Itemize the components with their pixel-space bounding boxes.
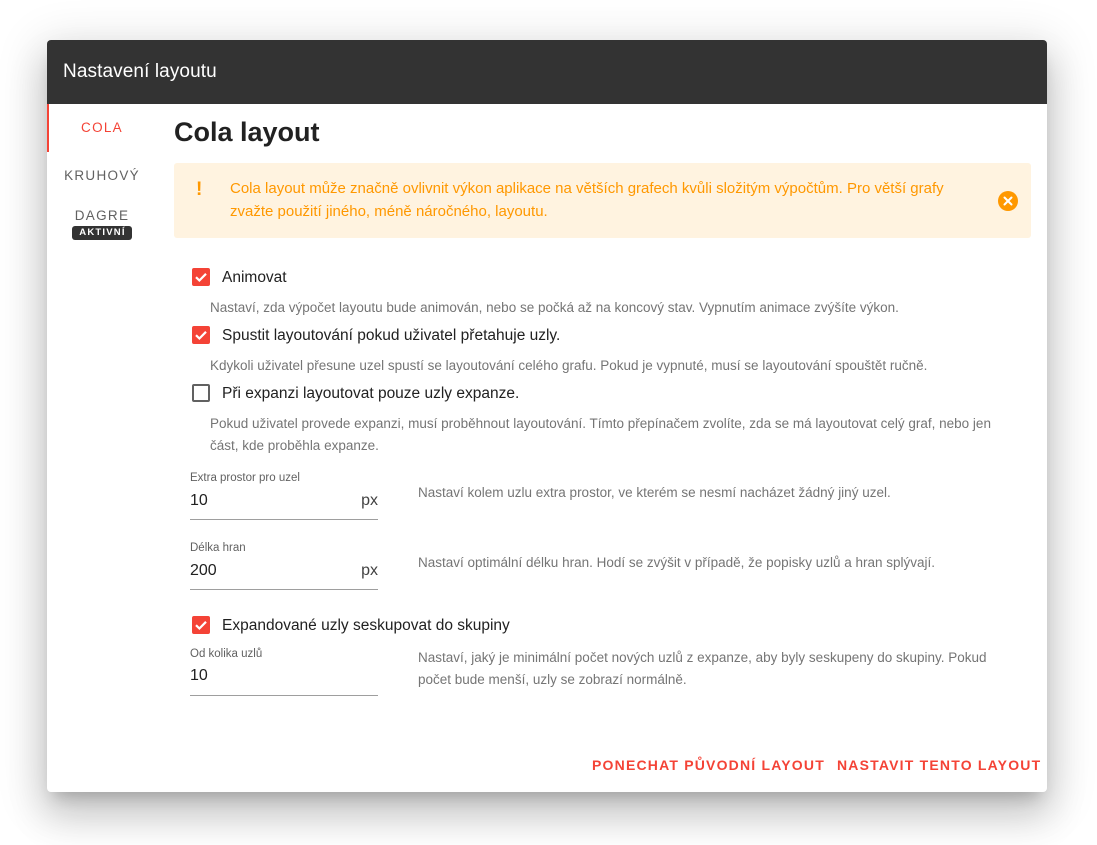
page-title: Cola layout <box>174 117 320 147</box>
active-badge: AKTIVNÍ <box>72 226 132 240</box>
group-expanded-label: Expandované uzly seskupovat do skupiny <box>222 617 510 634</box>
apply-layout-button[interactable]: NASTAVIT TENTO LAYOUT <box>837 754 1041 776</box>
animate-label: Animovat <box>222 269 287 286</box>
layout-on-drag-description: Kdykoli uživatel přesune uzel spustí se … <box>210 358 928 373</box>
keep-original-layout-button[interactable]: PONECHAT PŮVODNÍ LAYOUT <box>592 754 825 776</box>
extra-space-input[interactable]: 10 <box>190 490 208 512</box>
edge-length-field[interactable]: Délka hran 200 px <box>190 541 378 590</box>
exclamation-icon: ! <box>196 179 203 200</box>
layout-on-drag-checkbox[interactable] <box>192 326 210 344</box>
group-min-nodes-label: Od kolika uzlů <box>190 648 263 660</box>
extra-space-description: Nastaví kolem uzlu extra prostor, ve kte… <box>418 485 891 500</box>
layout-settings-dialog: Nastavení layoutu COLA KRUHOVÝ DAGRE AKT… <box>47 40 1047 792</box>
dialog-title: Nastavení layoutu <box>63 61 217 82</box>
edge-length-label: Délka hran <box>190 542 246 554</box>
dialog-titlebar: Nastavení layoutu <box>47 40 1047 104</box>
animate-checkbox[interactable] <box>192 268 210 286</box>
tab-kruhovy[interactable]: KRUHOVÝ <box>47 168 157 188</box>
group-min-nodes-field[interactable]: Od kolika uzlů 10 <box>190 647 378 696</box>
tab-dagre[interactable]: DAGRE AKTIVNÍ <box>47 208 157 244</box>
layout-expansion-only-label: Při expanzi layoutovat pouze uzly expanz… <box>222 385 520 402</box>
performance-warning-alert: ! Cola layout může značně ovlivnit výkon… <box>174 163 1031 238</box>
edge-length-input[interactable]: 200 <box>190 560 217 582</box>
animate-description: Nastaví, zda výpočet layoutu bude animov… <box>210 300 899 315</box>
alert-message: Cola layout může značně ovlivnit výkon a… <box>230 180 944 220</box>
close-alert-icon[interactable] <box>998 191 1018 211</box>
group-min-nodes-description: Nastaví, jaký je minimální počet nových … <box>418 650 987 687</box>
group-expanded-checkbox[interactable] <box>192 616 210 634</box>
layout-tabs: COLA KRUHOVÝ DAGRE AKTIVNÍ <box>47 104 157 304</box>
group-min-nodes-input[interactable]: 10 <box>190 665 208 687</box>
extra-space-label: Extra prostor pro uzel <box>190 472 300 484</box>
layout-on-drag-label: Spustit layoutování pokud uživatel přeta… <box>222 327 561 344</box>
edge-length-suffix: px <box>361 562 378 579</box>
tab-cola[interactable]: COLA <box>47 120 157 140</box>
edge-length-description: Nastaví optimální délku hran. Hodí se zv… <box>418 555 936 570</box>
layout-expansion-only-description: Pokud uživatel provede expanzi, musí pro… <box>210 416 991 453</box>
extra-space-suffix: px <box>361 492 378 509</box>
tab-dagre-label: DAGRE <box>74 208 130 223</box>
extra-space-field[interactable]: Extra prostor pro uzel 10 px <box>190 471 378 520</box>
layout-expansion-only-checkbox[interactable] <box>192 384 210 402</box>
